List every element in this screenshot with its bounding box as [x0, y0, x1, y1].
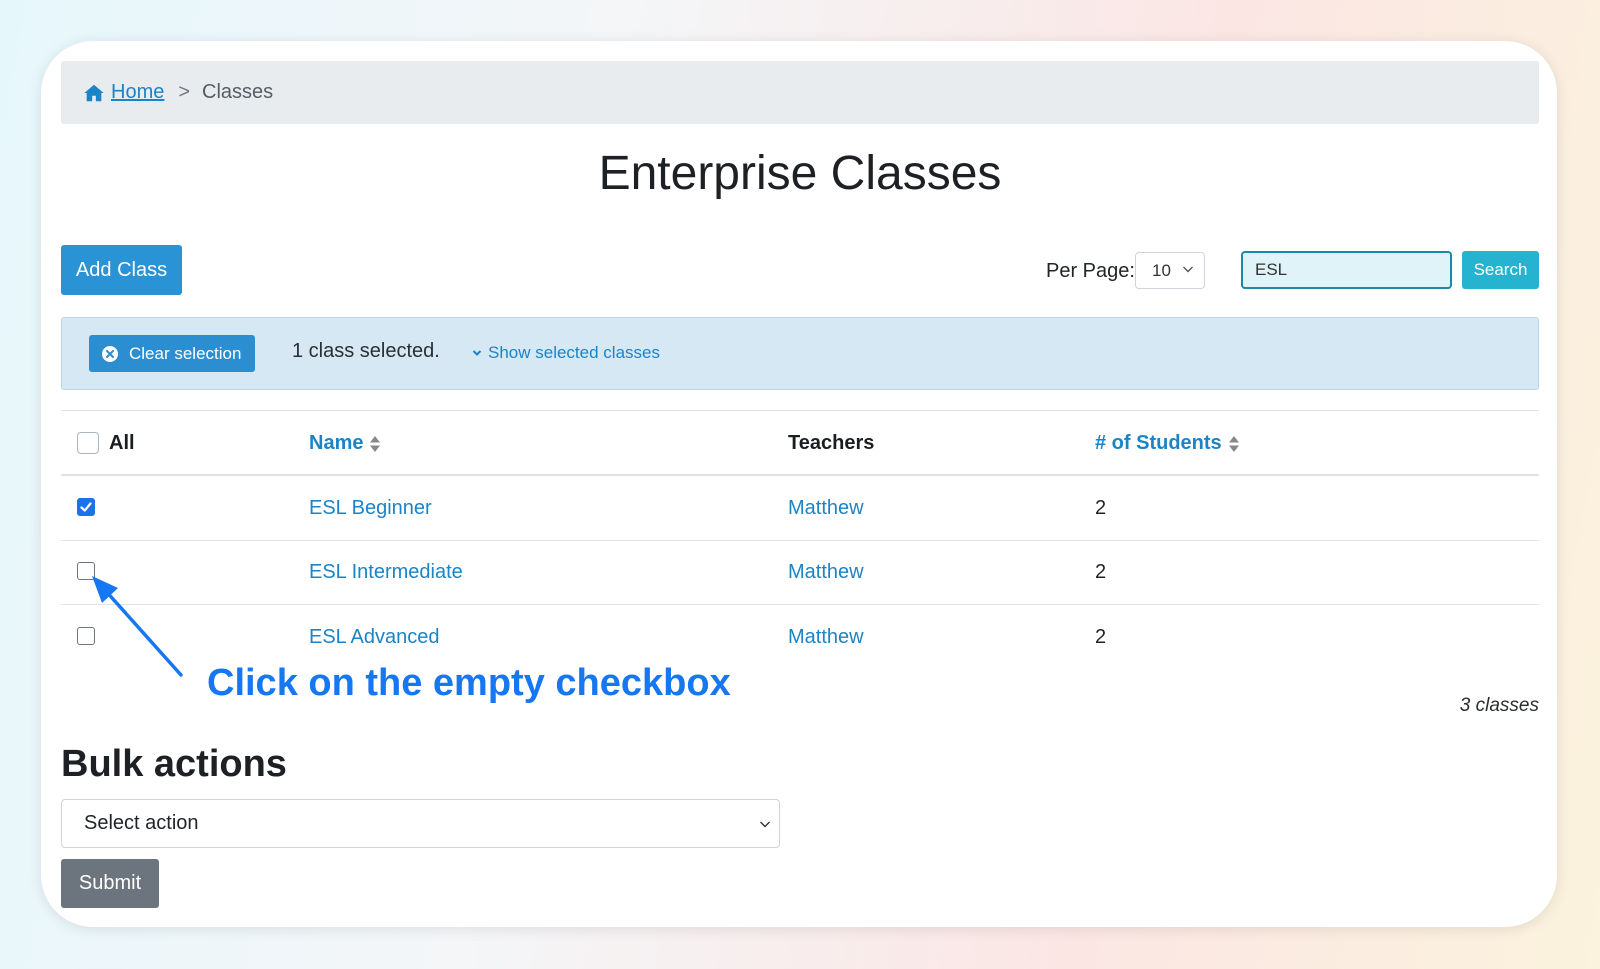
submit-button[interactable]: Submit	[61, 859, 159, 908]
student-count: 2	[1095, 561, 1107, 583]
teacher-link[interactable]: Matthew	[788, 497, 864, 520]
header-all-label: All	[109, 432, 135, 454]
search-button[interactable]: Search	[1462, 251, 1539, 289]
selection-alert	[61, 317, 1539, 390]
teacher-link[interactable]: Matthew	[788, 626, 864, 649]
add-class-button[interactable]: Add Class	[61, 245, 182, 295]
home-icon[interactable]	[83, 82, 105, 104]
show-selected-link[interactable]: Show selected classes	[472, 343, 660, 363]
row-divider	[61, 540, 1539, 541]
per-page-value: 10	[1152, 260, 1171, 280]
student-count: 2	[1095, 626, 1107, 648]
row-checkbox-esl-beginner[interactable]	[77, 498, 95, 516]
header-students-label: # of Students	[1095, 432, 1222, 454]
class-name-link[interactable]: ESL Intermediate	[309, 561, 463, 584]
class-name-link[interactable]: ESL Advanced	[309, 626, 439, 649]
bulk-actions-heading: Bulk actions	[61, 743, 287, 785]
page-title: Enterprise Classes	[598, 147, 1002, 200]
per-page-select[interactable]: 10	[1135, 252, 1205, 289]
chevron-down-icon	[1183, 266, 1193, 273]
selection-status-text: 1 class selected.	[292, 340, 440, 362]
check-icon	[80, 502, 92, 512]
table-top-border	[61, 410, 1539, 411]
breadcrumb-separator: >	[178, 81, 191, 103]
sort-icon	[1228, 435, 1239, 452]
table-header-border	[61, 474, 1539, 476]
chevron-down-icon	[760, 821, 770, 828]
header-teachers-label: Teachers	[788, 432, 875, 454]
row-divider	[61, 604, 1539, 605]
chevron-down-icon	[472, 350, 482, 356]
breadcrumb-current: Classes	[202, 81, 274, 103]
teacher-link[interactable]: Matthew	[788, 561, 864, 584]
header-name-label: Name	[309, 432, 364, 454]
class-name-link[interactable]: ESL Beginner	[309, 497, 432, 520]
header-students-sort[interactable]: # of Students	[1095, 432, 1240, 455]
sort-icon	[370, 435, 381, 452]
annotation-text: Click on the empty checkbox	[207, 662, 731, 704]
annotation-arrow-icon	[92, 576, 183, 677]
bulk-action-value: Select action	[84, 812, 199, 834]
header-name-sort[interactable]: Name	[309, 432, 381, 455]
student-count: 2	[1095, 497, 1107, 519]
select-all-checkbox[interactable]	[77, 432, 99, 454]
breadcrumb-home-link[interactable]: Home	[111, 81, 164, 104]
bulk-action-select[interactable]: Select action	[61, 799, 780, 848]
show-selected-label: Show selected classes	[488, 343, 660, 362]
close-circle-icon	[102, 345, 118, 362]
per-page-label: Per Page:	[1046, 260, 1135, 282]
clear-selection-label: Clear selection	[129, 343, 242, 363]
clear-selection-button[interactable]: Clear selection	[89, 335, 255, 372]
class-count-text: 3 classes	[1459, 695, 1539, 716]
breadcrumb: Home > Classes	[61, 61, 1539, 124]
search-input[interactable]	[1241, 251, 1452, 289]
